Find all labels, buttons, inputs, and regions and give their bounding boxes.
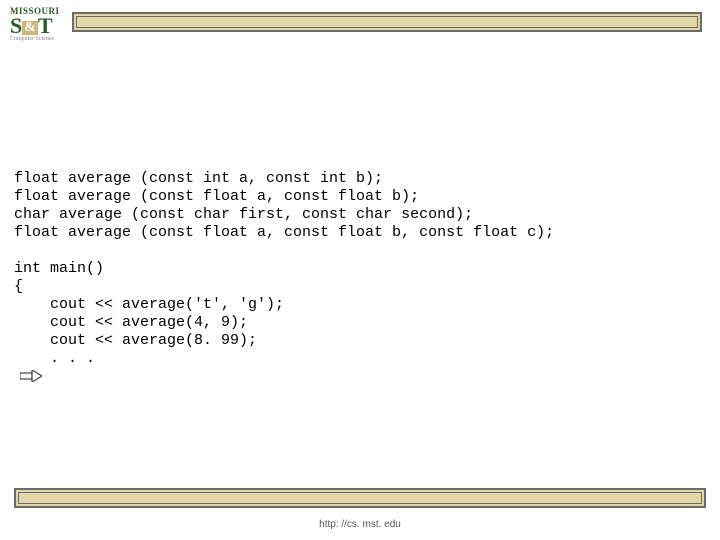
code-line: int main() (14, 260, 104, 277)
logo-main: S&T (10, 16, 65, 36)
arrow-right-icon (20, 370, 40, 382)
code-line: cout << average(8. 99); (14, 332, 257, 349)
code-line: float average (const int a, const int b)… (14, 170, 383, 187)
header: MISSOURI S&T Computer Science (0, 0, 720, 50)
footer-url: http: //cs. mst. edu (0, 519, 720, 530)
code-line: char average (const char first, const ch… (14, 206, 473, 223)
code-line: . . . (14, 350, 95, 367)
code-line: float average (const float a, const floa… (14, 188, 419, 205)
code-block: float average (const int a, const int b)… (14, 170, 554, 368)
logo: MISSOURI S&T Computer Science (10, 6, 65, 48)
code-line: cout << average('t', 'g'); (14, 296, 284, 313)
code-line: { (14, 278, 23, 295)
code-line: cout << average(4, 9); (14, 314, 248, 331)
top-decorative-bar (72, 12, 702, 32)
bottom-decorative-bar (14, 488, 706, 508)
code-line: float average (const float a, const floa… (14, 224, 554, 241)
